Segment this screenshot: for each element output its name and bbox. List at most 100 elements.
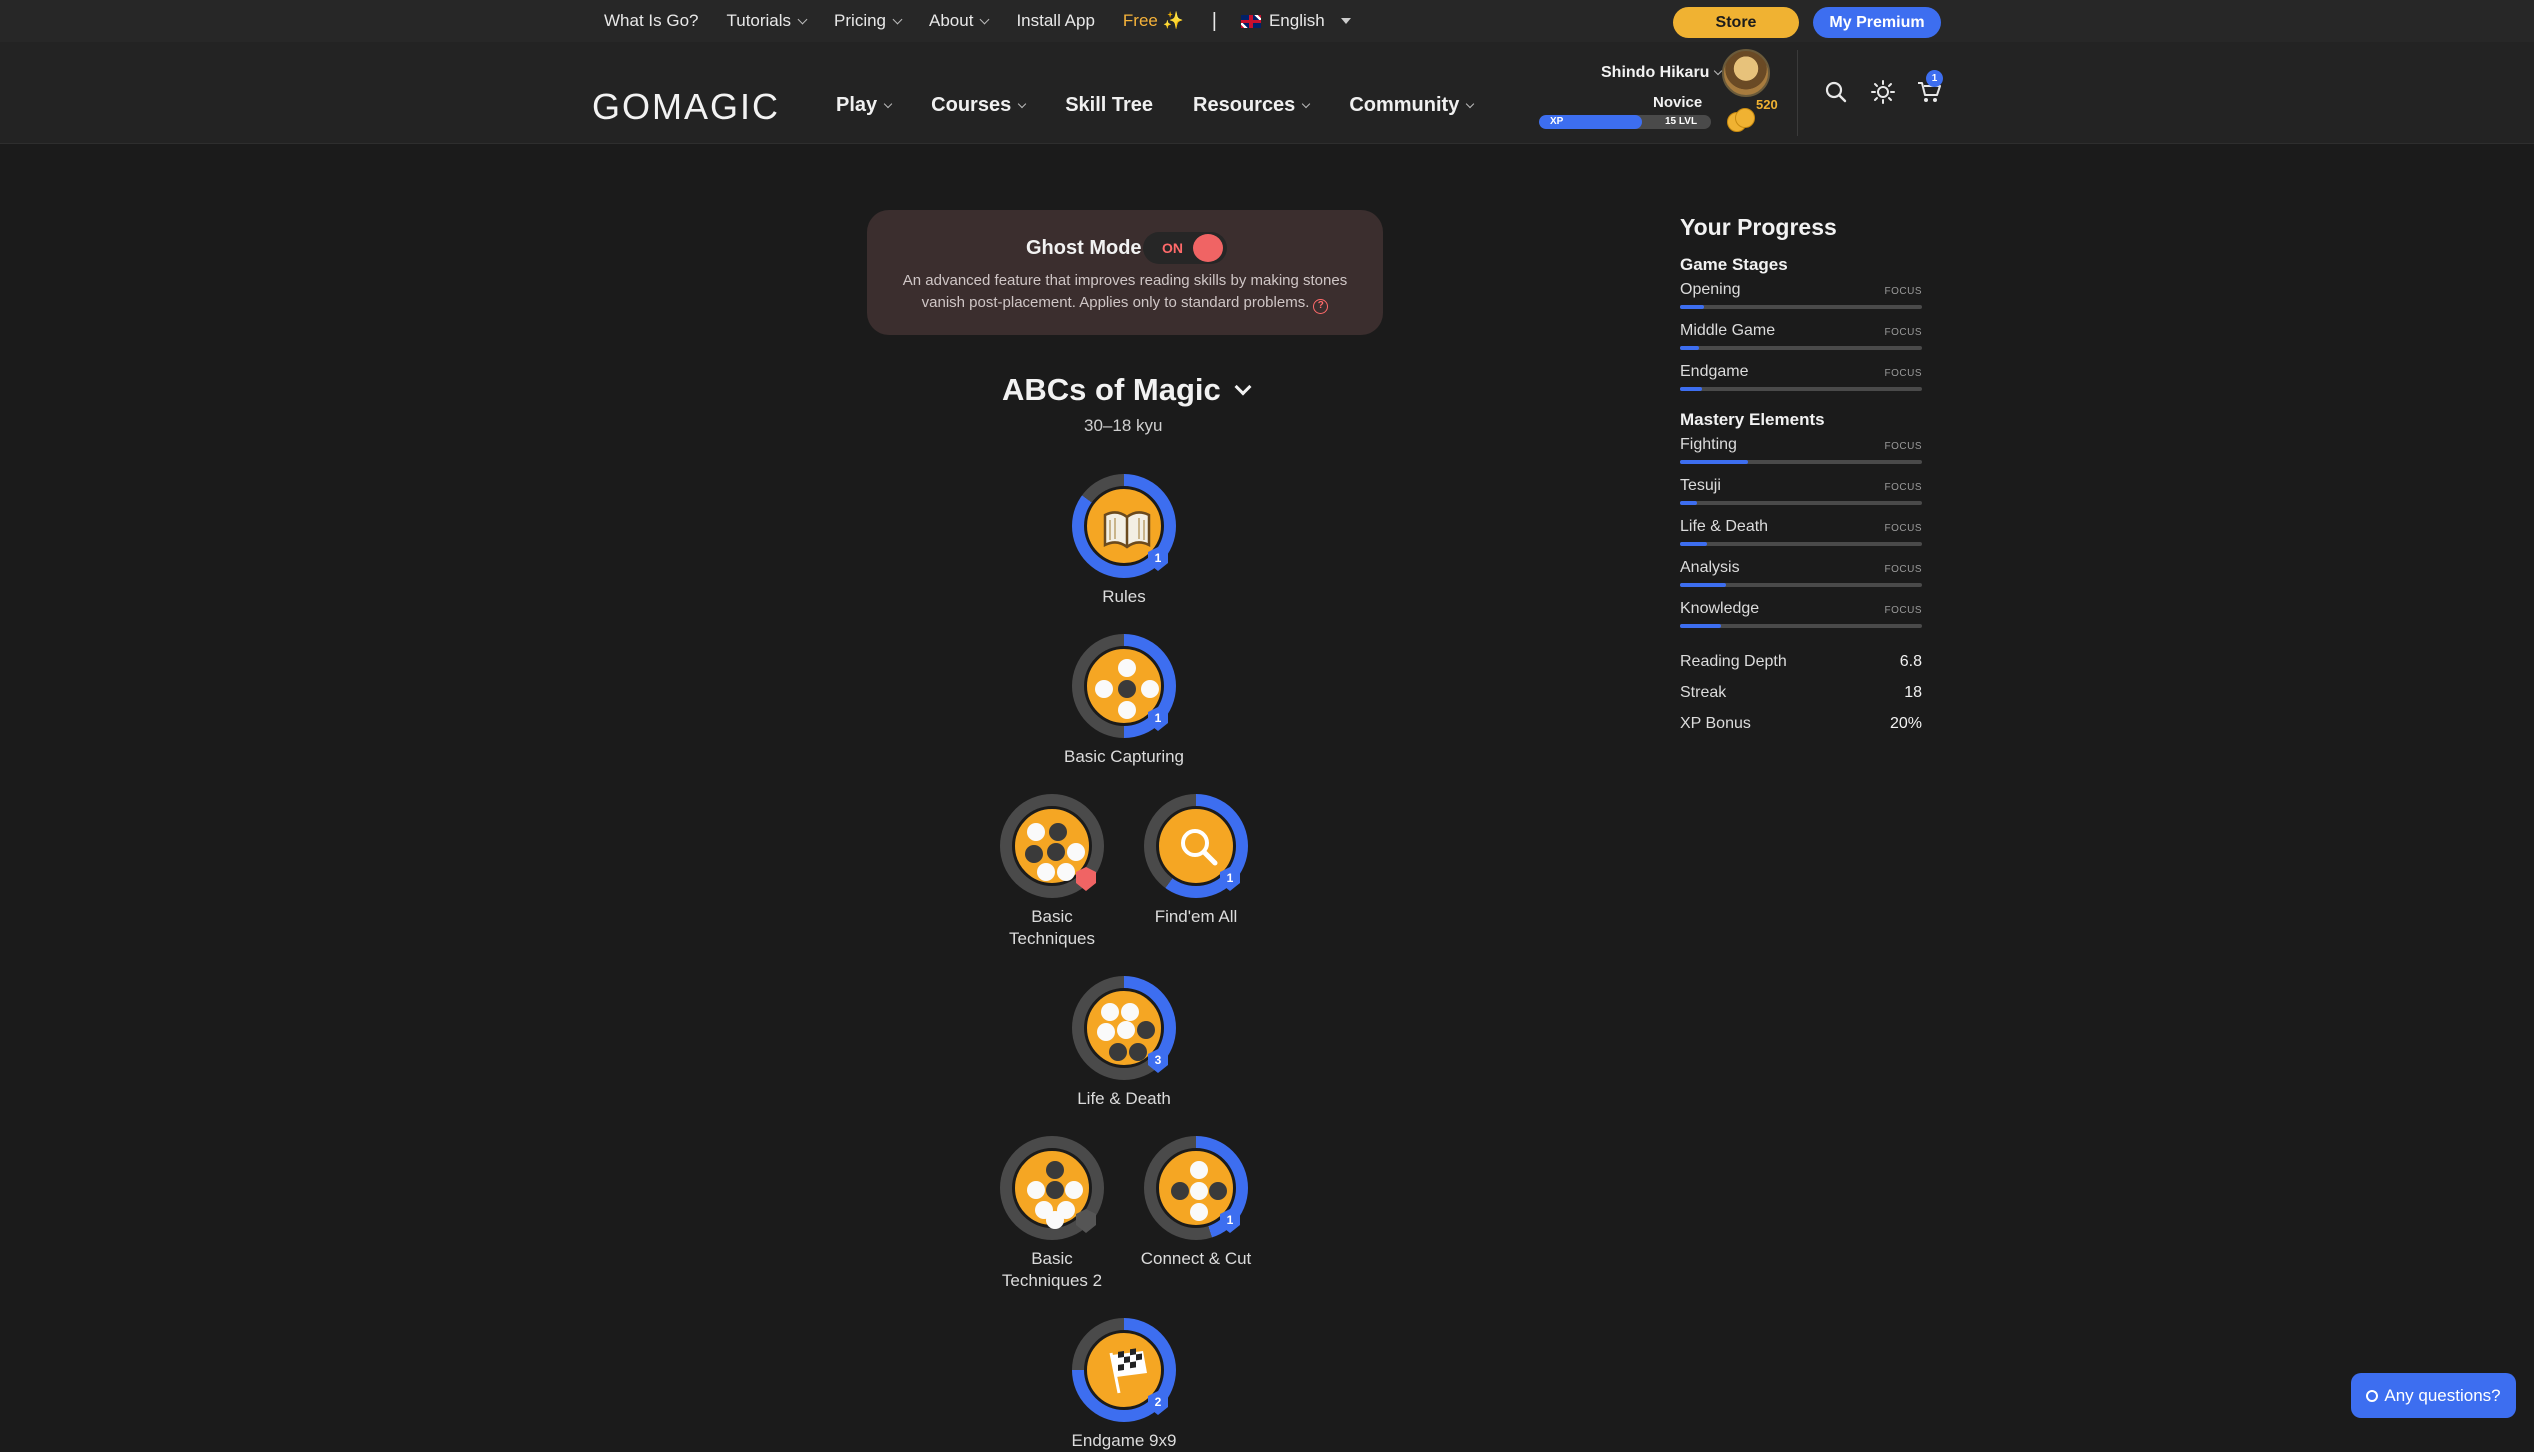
node-badge-count: 1 — [1154, 711, 1162, 725]
progress-fill — [1680, 387, 1702, 391]
progress-fill — [1680, 501, 1697, 505]
uk-flag-icon — [1240, 14, 1261, 28]
sun-theme-icon[interactable] — [1870, 79, 1896, 105]
nav-label: Resources — [1193, 94, 1296, 116]
language-selector[interactable]: English — [1240, 11, 1351, 31]
progress-panel: Your Progress Game Stages Opening FOCUS Mi… — [1680, 214, 1922, 746]
nav-skill-tree[interactable]: Skill Tree — [1065, 94, 1153, 117]
toggle-knob — [1193, 234, 1223, 262]
my-premium-button[interactable]: My Premium — [1813, 7, 1941, 38]
stat-value: 6.8 — [1899, 653, 1922, 670]
mastery-row[interactable]: Fighting FOCUS — [1680, 436, 1922, 477]
top-link-tutorials[interactable]: Tutorials — [726, 11, 808, 31]
coin-count: 520 — [1756, 97, 1778, 112]
progress-title: Your Progress — [1680, 214, 1837, 240]
stage-row[interactable]: Opening FOCUS — [1680, 281, 1922, 322]
separator: | — [1211, 9, 1217, 32]
stage-row[interactable]: Endgame FOCUS — [1680, 363, 1922, 404]
skill-node-label[interactable]: Basic Techniques 2 — [992, 1248, 1112, 1292]
nav-courses[interactable]: Courses — [931, 94, 1027, 117]
ghost-mode-card: Ghost Mode ON An advanced feature that i… — [867, 210, 1383, 335]
course-title-selector[interactable]: ABCs of Magic — [1002, 372, 1252, 408]
skill-node[interactable]: 1 — [1072, 474, 1176, 578]
skill-node-label[interactable]: Life & Death — [1024, 1088, 1224, 1110]
skill-node[interactable] — [1000, 1136, 1104, 1240]
mastery-row[interactable]: Life & Death FOCUS — [1680, 518, 1922, 559]
mastery-row[interactable]: Knowledge FOCUS — [1680, 600, 1922, 641]
ghost-mode-description-text: An advanced feature that improves readin… — [902, 272, 1348, 311]
ghost-mode-title: Ghost Mode — [1026, 237, 1142, 259]
chevron-down-icon — [980, 14, 990, 24]
language-label: English — [1268, 11, 1325, 30]
game-stages-list: Opening FOCUS Middle Game FOCUS Endgame FOCUS — [1680, 281, 1922, 404]
skill-node[interactable]: 1 — [1144, 794, 1248, 898]
stage-row[interactable]: Middle Game FOCUS — [1680, 322, 1922, 363]
progress-fill — [1680, 460, 1748, 464]
ghost-mode-toggle[interactable]: ON — [1143, 232, 1227, 264]
skill-node-label[interactable]: Find'em All — [1096, 906, 1296, 928]
top-link-what-is-go[interactable]: What Is Go? — [604, 11, 698, 31]
stat-name: Streak — [1680, 684, 1727, 701]
mastery-name: Knowledge — [1680, 600, 1760, 617]
top-link-free[interactable]: Free ✨ — [1123, 11, 1184, 31]
gomagic-logo[interactable]: GOMAGIC — [592, 86, 780, 128]
focus-label[interactable]: FOCUS — [1885, 441, 1923, 452]
coins-icon — [1725, 108, 1755, 132]
user-menu[interactable]: Shindo Hikaru — [1601, 64, 1723, 82]
skill-node-label[interactable]: Basic Capturing — [1064, 746, 1184, 768]
mastery-row[interactable]: Analysis FOCUS — [1680, 559, 1922, 600]
skill-node-label[interactable]: Basic Techniques — [992, 906, 1112, 950]
search-icon[interactable] — [1823, 79, 1849, 105]
skill-node[interactable]: 2 — [1072, 1318, 1176, 1422]
chevron-down-icon — [797, 14, 808, 24]
top-links: What Is Go? Tutorials Pricing About Inst… — [604, 0, 1379, 42]
progress-fill — [1680, 624, 1722, 628]
top-link-install-app[interactable]: Install App — [1016, 11, 1094, 31]
top-link-label: Pricing — [834, 11, 887, 30]
skill-node[interactable]: 3 — [1072, 976, 1176, 1080]
nav-label: Community — [1349, 94, 1460, 116]
node-badge-count: 1 — [1226, 871, 1234, 885]
stat-row: Streak 18 — [1680, 684, 1922, 715]
skill-node-label[interactable]: Rules — [1024, 586, 1224, 608]
top-link-pricing[interactable]: Pricing — [834, 11, 903, 31]
course-subtitle: 30–18 kyu — [1084, 416, 1163, 435]
focus-label[interactable]: FOCUS — [1885, 286, 1923, 297]
stage-name: Opening — [1680, 281, 1741, 298]
nav-resources[interactable]: Resources — [1193, 94, 1311, 117]
help-question-icon[interactable]: ? — [1313, 299, 1329, 314]
node-badge: 2 — [1147, 1390, 1169, 1416]
chat-icon — [2366, 1389, 2379, 1402]
focus-label[interactable]: FOCUS — [1885, 368, 1923, 379]
user-name: Shindo Hikaru — [1601, 64, 1710, 81]
nav-community[interactable]: Community — [1349, 94, 1475, 117]
any-questions-button[interactable]: Any questions? — [2351, 1373, 2516, 1418]
mastery-row[interactable]: Tesuji FOCUS — [1680, 477, 1922, 518]
skill-node-label[interactable]: Connect & Cut — [1096, 1248, 1296, 1270]
mastery-progress-bar — [1680, 460, 1922, 464]
skill-node[interactable]: 1 — [1072, 634, 1176, 738]
user-rank: Novice — [1653, 94, 1703, 111]
avatar[interactable] — [1722, 49, 1770, 97]
top-link-about[interactable]: About — [929, 11, 990, 31]
chevron-down-icon — [1466, 99, 1475, 108]
stat-name: Reading Depth — [1680, 653, 1787, 670]
top-link-label: Tutorials — [726, 11, 792, 30]
skill-node[interactable] — [1000, 794, 1104, 898]
focus-label[interactable]: FOCUS — [1885, 605, 1923, 616]
progress-fill — [1680, 542, 1707, 546]
stage-progress-bar — [1680, 346, 1922, 350]
focus-label[interactable]: FOCUS — [1885, 482, 1923, 493]
skill-node[interactable]: 1 — [1144, 1136, 1248, 1240]
skill-node-label[interactable]: Endgame 9x9 — [1024, 1430, 1224, 1452]
node-badge-count: 1 — [1226, 1213, 1234, 1227]
focus-label[interactable]: FOCUS — [1885, 327, 1923, 338]
focus-label[interactable]: FOCUS — [1885, 564, 1923, 575]
mastery-name: Fighting — [1680, 436, 1737, 453]
focus-label[interactable]: FOCUS — [1885, 523, 1923, 534]
node-badge — [1075, 866, 1097, 892]
game-stages-title: Game Stages — [1680, 255, 1788, 274]
stage-name: Endgame — [1680, 363, 1749, 380]
store-button[interactable]: Store — [1673, 7, 1799, 38]
nav-play[interactable]: Play — [836, 94, 893, 117]
